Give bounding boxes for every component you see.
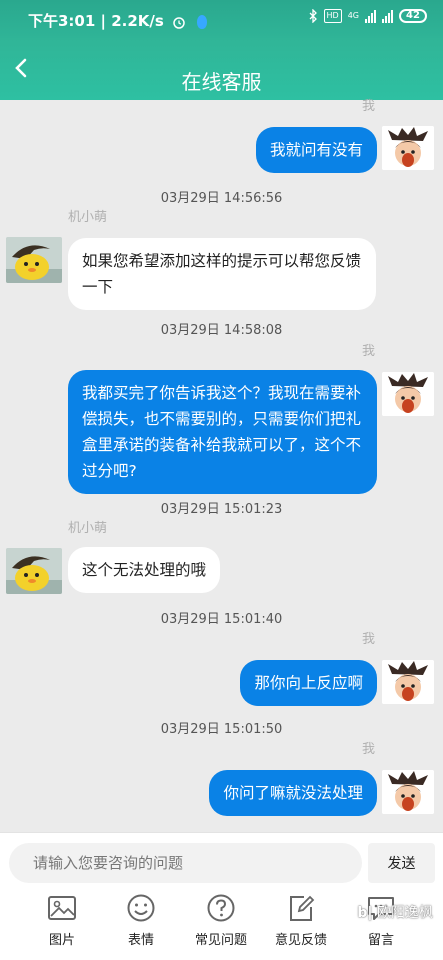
watermark: b| 欧阳逸枫 xyxy=(357,905,433,921)
user-avatar-image xyxy=(382,660,434,704)
toolbar-item-feedback[interactable]: 意见反馈 xyxy=(269,893,333,948)
timestamp: 03月29日 14:58:08 xyxy=(160,323,283,338)
agent-avatar-image xyxy=(6,548,62,594)
message-bubble-received[interactable]: 如果您希望添加这样的提示可以帮您反馈一下 xyxy=(68,238,376,310)
notification-app-icon xyxy=(197,14,208,29)
message-bubble-sent[interactable]: 我就问有没有 xyxy=(255,127,377,173)
timestamp: 03月29日 15:01:40 xyxy=(160,612,283,627)
user-avatar[interactable] xyxy=(382,770,434,814)
user-avatar[interactable] xyxy=(382,660,434,704)
question-icon xyxy=(207,894,235,922)
battery-icon: 42 xyxy=(399,9,427,23)
input-bar: 发送 图片 表情 常见问题 意见反馈 xyxy=(0,832,443,960)
sender-label: 我 xyxy=(361,632,375,647)
sender-label: 我 xyxy=(361,742,375,757)
toolbar-item-faq[interactable]: 常见问题 xyxy=(189,893,253,948)
sender-label: 机小萌 xyxy=(68,521,108,536)
sender-label: 我 xyxy=(361,344,375,359)
message-bubble-sent[interactable]: 那你向上反应啊 xyxy=(240,660,377,706)
sender-label: 机小萌 xyxy=(68,210,108,225)
message-bubble-sent[interactable]: 我都买完了你告诉我这个？我现在需要补偿损失，也不需要别的，只需要你们把礼盒里承诺… xyxy=(68,370,377,494)
agent-avatar-image xyxy=(6,237,62,283)
watermark-logo-icon: b| xyxy=(357,905,373,921)
user-avatar[interactable] xyxy=(382,372,434,416)
user-avatar-image xyxy=(382,770,434,814)
message-bubble-sent[interactable]: 你问了嘛就没法处理 xyxy=(209,770,377,816)
alarm-icon xyxy=(173,16,185,29)
toolbar-label: 常见问题 xyxy=(194,933,247,948)
sender-label: 我 xyxy=(361,99,375,114)
user-avatar-image xyxy=(382,372,434,416)
timestamp: 03月29日 15:01:23 xyxy=(160,502,283,517)
toolbar-item-image[interactable]: 图片 xyxy=(30,893,94,948)
user-avatar[interactable] xyxy=(382,126,434,170)
user-avatar-image xyxy=(382,126,434,170)
status-time-speed: 下午3:01 | 2.2K/s xyxy=(28,12,164,30)
toolbar-label: 留言 xyxy=(367,933,394,948)
send-button[interactable]: 发送 xyxy=(368,843,435,883)
bluetooth-icon xyxy=(309,9,317,23)
hd-icon: HD xyxy=(323,9,342,23)
message-bubble-received[interactable]: 这个无法处理的哦 xyxy=(68,547,221,593)
toolbar-label: 表情 xyxy=(127,933,154,948)
agent-avatar[interactable] xyxy=(6,237,62,283)
header: 在线客服 xyxy=(0,38,443,100)
message-input[interactable] xyxy=(9,843,362,883)
toolbar-label: 图片 xyxy=(48,933,75,948)
toolbar-item-emoji[interactable]: 表情 xyxy=(109,893,173,948)
signal-icon xyxy=(365,9,376,23)
edit-icon xyxy=(290,895,315,921)
page-title: 在线客服 xyxy=(181,70,262,94)
image-icon xyxy=(48,896,76,920)
toolbar-label: 意见反馈 xyxy=(274,933,327,948)
signal-icon-2 xyxy=(382,9,393,23)
agent-avatar[interactable] xyxy=(6,548,62,594)
network-type: 4G xyxy=(347,11,359,20)
timestamp: 03月29日 14:56:56 xyxy=(160,191,283,206)
timestamp: 03月29日 15:01:50 xyxy=(160,722,283,737)
smile-icon xyxy=(127,894,155,922)
status-bar: 下午3:01 | 2.2K/s HD 4G 42 xyxy=(0,0,443,38)
chat-area[interactable]: 我 我就问有没有 03月29日 14:56:56 机小萌 如果您希望添加这样的提… xyxy=(0,99,443,832)
